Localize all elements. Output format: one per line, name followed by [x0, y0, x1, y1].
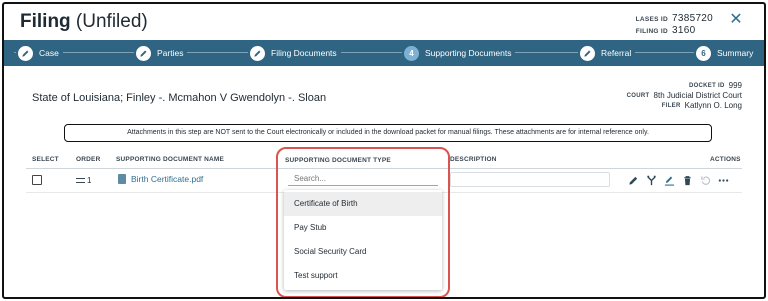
step-supporting-documents[interactable]: 4 Supporting Documents [402, 44, 516, 62]
split-icon[interactable] [642, 172, 660, 188]
step-label: Parties [157, 48, 184, 58]
pencil-icon [250, 45, 265, 61]
lases-id-label: LASES ID [635, 16, 668, 23]
step-number: 4 [404, 45, 419, 61]
filing-id-label: FILING ID [635, 28, 668, 35]
filer-label: FILER [661, 103, 681, 109]
type-options-menu: Certificate of Birth Pay Stub Social Sec… [284, 190, 442, 290]
court-label: COURT [626, 93, 650, 99]
lases-id-value: 7385720 [672, 13, 714, 24]
type-option-social-security-card[interactable]: Social Security Card [284, 240, 442, 264]
description-field[interactable] [450, 172, 610, 187]
type-search-input[interactable] [294, 174, 434, 183]
filer-value: Katlynn O. Long [684, 101, 742, 110]
col-description: DESCRIPTION [450, 156, 497, 163]
id-block: LASES ID 7385720 FILING ID 3160 [632, 13, 714, 37]
step-connector [14, 52, 754, 53]
docket-id-label: DOCKET ID [688, 83, 725, 89]
drag-handle-icon [76, 178, 85, 184]
row-actions [624, 172, 732, 188]
type-option-certificate-of-birth[interactable]: Certificate of Birth [284, 192, 442, 216]
order-value: 1 [87, 176, 92, 185]
step-referral[interactable]: Referral [578, 44, 636, 62]
case-meta: DOCKET ID 999 COURT 8th Judicial District … [564, 81, 742, 111]
court-value: 8th Judicial District Court [653, 91, 742, 100]
type-option-test-support[interactable]: Test support [284, 264, 442, 288]
step-label: Filing Documents [271, 48, 337, 58]
col-select: SELECT [32, 156, 59, 163]
document-link[interactable]: Birth Certificate.pdf [118, 174, 203, 184]
step-filing-documents[interactable]: Filing Documents [248, 44, 341, 62]
pencil-icon [18, 45, 33, 61]
step-number: 6 [696, 45, 711, 61]
step-parties[interactable]: Parties [134, 44, 188, 62]
case-info: State of Louisiana; Finley -. Mcmahon V … [4, 66, 764, 116]
col-actions: ACTIONS [710, 156, 741, 163]
col-order: ORDER [76, 156, 101, 163]
col-name: SUPPORTING DOCUMENT NAME [116, 156, 225, 163]
type-option-pay-stub[interactable]: Pay Stub [284, 216, 442, 240]
docket-id-value: 999 [728, 81, 742, 90]
step-label: Supporting Documents [425, 48, 512, 58]
case-title: State of Louisiana; Finley -. Mcmahon V … [32, 92, 327, 104]
order-handle[interactable]: 1 [76, 176, 91, 185]
select-checkbox[interactable] [32, 175, 42, 185]
document-name: Birth Certificate.pdf [131, 174, 204, 184]
step-navigation: Case Parties Filing Documents 4 Supporti… [4, 40, 764, 66]
step-label: Referral [601, 48, 632, 58]
col-type: SUPPORTING DOCUMENT TYPE [285, 157, 391, 164]
step-case[interactable]: Case [16, 44, 63, 62]
step-summary[interactable]: 6 Summary [694, 44, 758, 62]
rename-icon[interactable] [660, 172, 678, 188]
file-icon [118, 174, 126, 184]
attachments-notice: Attachments in this step are NOT sent to… [64, 124, 712, 142]
delete-icon[interactable] [678, 172, 696, 188]
step-label: Case [39, 48, 59, 58]
pencil-icon [580, 45, 595, 61]
undo-icon[interactable] [696, 172, 714, 188]
filing-id-value: 3160 [672, 25, 696, 36]
more-icon[interactable] [714, 172, 732, 188]
filing-dialog: Filing (Unfiled) LASES ID 7385720 FILING … [2, 2, 766, 299]
page-title: Filing (Unfiled) [20, 11, 148, 32]
step-label: Summary [717, 48, 754, 58]
dialog-header: Filing (Unfiled) LASES ID 7385720 FILING … [4, 4, 764, 40]
edit-icon[interactable] [624, 172, 642, 188]
close-icon[interactable]: ✕ [728, 12, 744, 28]
pencil-icon [136, 45, 151, 61]
type-search-field[interactable] [288, 172, 438, 186]
